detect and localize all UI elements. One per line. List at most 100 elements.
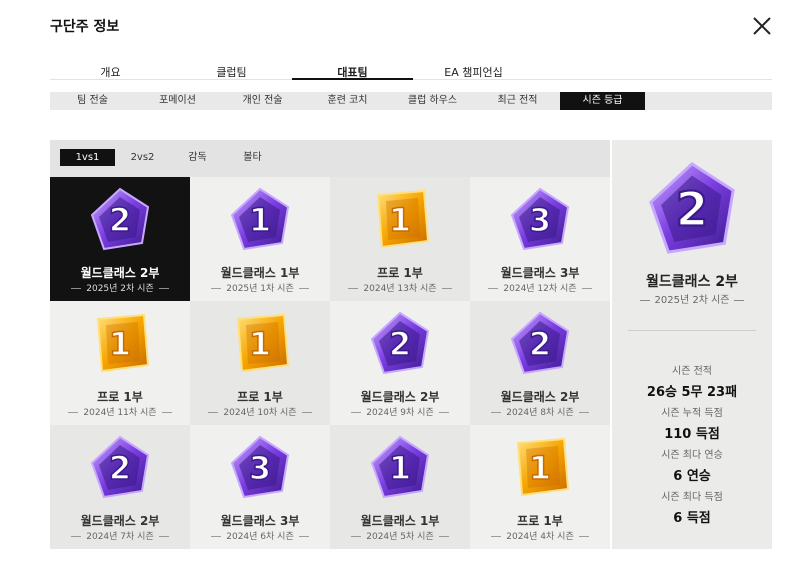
season-card[interactable]: 1 월드클래스 1부 2024년 5차 시즌 <box>330 425 470 549</box>
tier-badge-icon: 2 <box>506 309 574 377</box>
tier-badge-icon: 1 <box>226 185 294 253</box>
svg-text:3: 3 <box>249 449 271 487</box>
tab-overview[interactable]: 개요 <box>50 60 171 79</box>
svg-text:2: 2 <box>389 325 411 363</box>
season-card[interactable]: 3 월드클래스 3부 2024년 6차 시즌 <box>190 425 330 549</box>
season-period-label: 2024년 5차 시즌 <box>330 529 470 542</box>
tier-badge-icon: 2 <box>86 185 154 253</box>
subtab-club-house[interactable]: 클럽 하우스 <box>390 92 475 110</box>
season-tier-label: 프로 1부 <box>237 390 283 404</box>
season-tier-label: 프로 1부 <box>97 390 143 404</box>
svg-text:1: 1 <box>109 325 131 363</box>
dialog-title: 구단주 정보 <box>50 19 120 35</box>
stat-value: 26승 5무 23패 <box>646 385 738 400</box>
mode-tabs: 1vs1 2vs2 감독 볼타 <box>60 149 280 166</box>
sub-tabs: 팀 전술 포메이션 개인 전술 훈련 코치 클럽 하우스 최근 전적 시즌 등급 <box>50 92 772 110</box>
season-tier-label: 월드클래스 2부 <box>360 390 440 404</box>
stat-label: 시즌 최다 득점 <box>661 492 723 503</box>
season-tier-label: 월드클래스 1부 <box>360 514 440 528</box>
season-card[interactable]: 3 월드클래스 3부 2024년 12차 시즌 <box>470 177 610 301</box>
tab-representative-team[interactable]: 대표팀 <box>292 60 413 80</box>
stat-season-record: 시즌 전적 26승 5무 23패 <box>612 362 772 400</box>
svg-text:1: 1 <box>389 449 411 487</box>
season-grade-panel: 1vs1 2vs2 감독 볼타 2 월드클래스 2부 2025년 2차 시즌 1 월드클… <box>50 140 610 549</box>
season-card[interactable]: 2 월드클래스 2부 2024년 8차 시즌 <box>470 301 610 425</box>
subtab-individual-tactics[interactable]: 개인 전술 <box>220 92 305 110</box>
stat-max-goals: 시즌 최다 득점 6 득점 <box>612 488 772 526</box>
season-card[interactable]: 1 프로 1부 2024년 10차 시즌 <box>190 301 330 425</box>
svg-text:1: 1 <box>529 449 551 487</box>
season-tier-label: 프로 1부 <box>377 266 423 280</box>
tier-badge-icon: 3 <box>226 433 294 501</box>
season-tier-label: 월드클래스 2부 <box>500 390 580 404</box>
stat-label: 시즌 전적 <box>672 366 712 377</box>
season-period-label: 2024년 7차 시즌 <box>50 529 190 542</box>
detail-tier: 월드클래스 2부 <box>646 274 738 290</box>
season-period-label: 2024년 10차 시즌 <box>190 405 330 418</box>
tier-badge-icon: 2 <box>86 433 154 501</box>
stat-label: 시즌 누적 득점 <box>661 408 723 419</box>
stat-value: 110 득점 <box>664 427 720 442</box>
subtab-team-tactics[interactable]: 팀 전술 <box>50 92 135 110</box>
svg-text:2: 2 <box>676 183 709 238</box>
mode-tab-volta[interactable]: 볼타 <box>225 149 280 166</box>
season-tier-label: 월드클래스 3부 <box>220 514 300 528</box>
season-tier-label: 월드클래스 3부 <box>500 266 580 280</box>
close-icon[interactable] <box>752 16 772 36</box>
season-period-label: 2024년 9차 시즌 <box>330 405 470 418</box>
season-tier-label: 월드클래스 2부 <box>80 266 160 280</box>
season-period-label: 2024년 4차 시즌 <box>470 529 610 542</box>
season-period-label: 2024년 6차 시즌 <box>190 529 330 542</box>
svg-text:1: 1 <box>249 325 271 363</box>
subtab-season-grade[interactable]: 시즌 등급 <box>560 92 645 110</box>
season-detail: 2 월드클래스 2부 2025년 2차 시즌 시즌 전적 26승 5무 23패 … <box>612 140 772 549</box>
subtab-recent-record[interactable]: 최근 전적 <box>475 92 560 110</box>
season-grid: 2 월드클래스 2부 2025년 2차 시즌 1 월드클래스 1부 2025년 1차 시즌… <box>50 177 610 549</box>
tier-badge-icon: 1 <box>86 309 154 377</box>
tier-badge-icon: 1 <box>366 185 434 253</box>
subtab-training-coach[interactable]: 훈련 코치 <box>305 92 390 110</box>
season-period-label: 2024년 8차 시즌 <box>470 405 610 418</box>
svg-text:2: 2 <box>109 449 131 487</box>
detail-season: 2025년 2차 시즌 <box>612 291 772 306</box>
season-tier-label: 월드클래스 2부 <box>80 514 160 528</box>
season-tier-label: 월드클래스 1부 <box>220 266 300 280</box>
svg-text:3: 3 <box>529 201 551 239</box>
tier-badge-icon: 1 <box>226 309 294 377</box>
season-card[interactable]: 2 월드클래스 2부 2024년 9차 시즌 <box>330 301 470 425</box>
tier-badge-icon: 2 <box>642 158 742 258</box>
season-period-label: 2025년 2차 시즌 <box>50 281 190 294</box>
main-tabs: 개요 클럽팀 대표팀 EA 챔피언십 <box>50 60 772 80</box>
season-period-label: 2025년 1차 시즌 <box>190 281 330 294</box>
stat-max-win-streak: 시즌 최다 연승 6 연승 <box>612 446 772 484</box>
season-tier-label: 프로 1부 <box>517 514 563 528</box>
season-card[interactable]: 1 프로 1부 2024년 11차 시즌 <box>50 301 190 425</box>
subtab-formation[interactable]: 포메이션 <box>135 92 220 110</box>
mode-tab-1vs1[interactable]: 1vs1 <box>60 149 115 166</box>
season-period-label: 2024년 12차 시즌 <box>470 281 610 294</box>
season-card[interactable]: 2 월드클래스 2부 2024년 7차 시즌 <box>50 425 190 549</box>
tab-club-team[interactable]: 클럽팀 <box>171 60 292 79</box>
season-card[interactable]: 1 프로 1부 2024년 13차 시즌 <box>330 177 470 301</box>
tier-badge-icon: 1 <box>506 433 574 501</box>
divider <box>628 330 756 331</box>
svg-text:1: 1 <box>389 201 411 239</box>
tab-ea-championship[interactable]: EA 챔피언십 <box>413 60 534 79</box>
mode-tab-2vs2[interactable]: 2vs2 <box>115 149 170 166</box>
tier-badge-icon: 3 <box>506 185 574 253</box>
stat-label: 시즌 최다 연승 <box>661 450 723 461</box>
season-card[interactable]: 2 월드클래스 2부 2025년 2차 시즌 <box>50 177 190 301</box>
season-card[interactable]: 1 월드클래스 1부 2025년 1차 시즌 <box>190 177 330 301</box>
svg-text:2: 2 <box>529 325 551 363</box>
tier-badge-icon: 1 <box>366 433 434 501</box>
season-card[interactable]: 1 프로 1부 2024년 4차 시즌 <box>470 425 610 549</box>
tier-badge-icon: 2 <box>366 309 434 377</box>
stat-season-goals: 시즌 누적 득점 110 득점 <box>612 404 772 442</box>
mode-tab-manager[interactable]: 감독 <box>170 149 225 166</box>
season-period-label: 2024년 11차 시즌 <box>50 405 190 418</box>
svg-text:1: 1 <box>249 201 271 239</box>
stat-value: 6 연승 <box>673 469 711 484</box>
stat-value: 6 득점 <box>673 511 711 526</box>
season-period-label: 2024년 13차 시즌 <box>330 281 470 294</box>
svg-text:2: 2 <box>109 201 131 239</box>
